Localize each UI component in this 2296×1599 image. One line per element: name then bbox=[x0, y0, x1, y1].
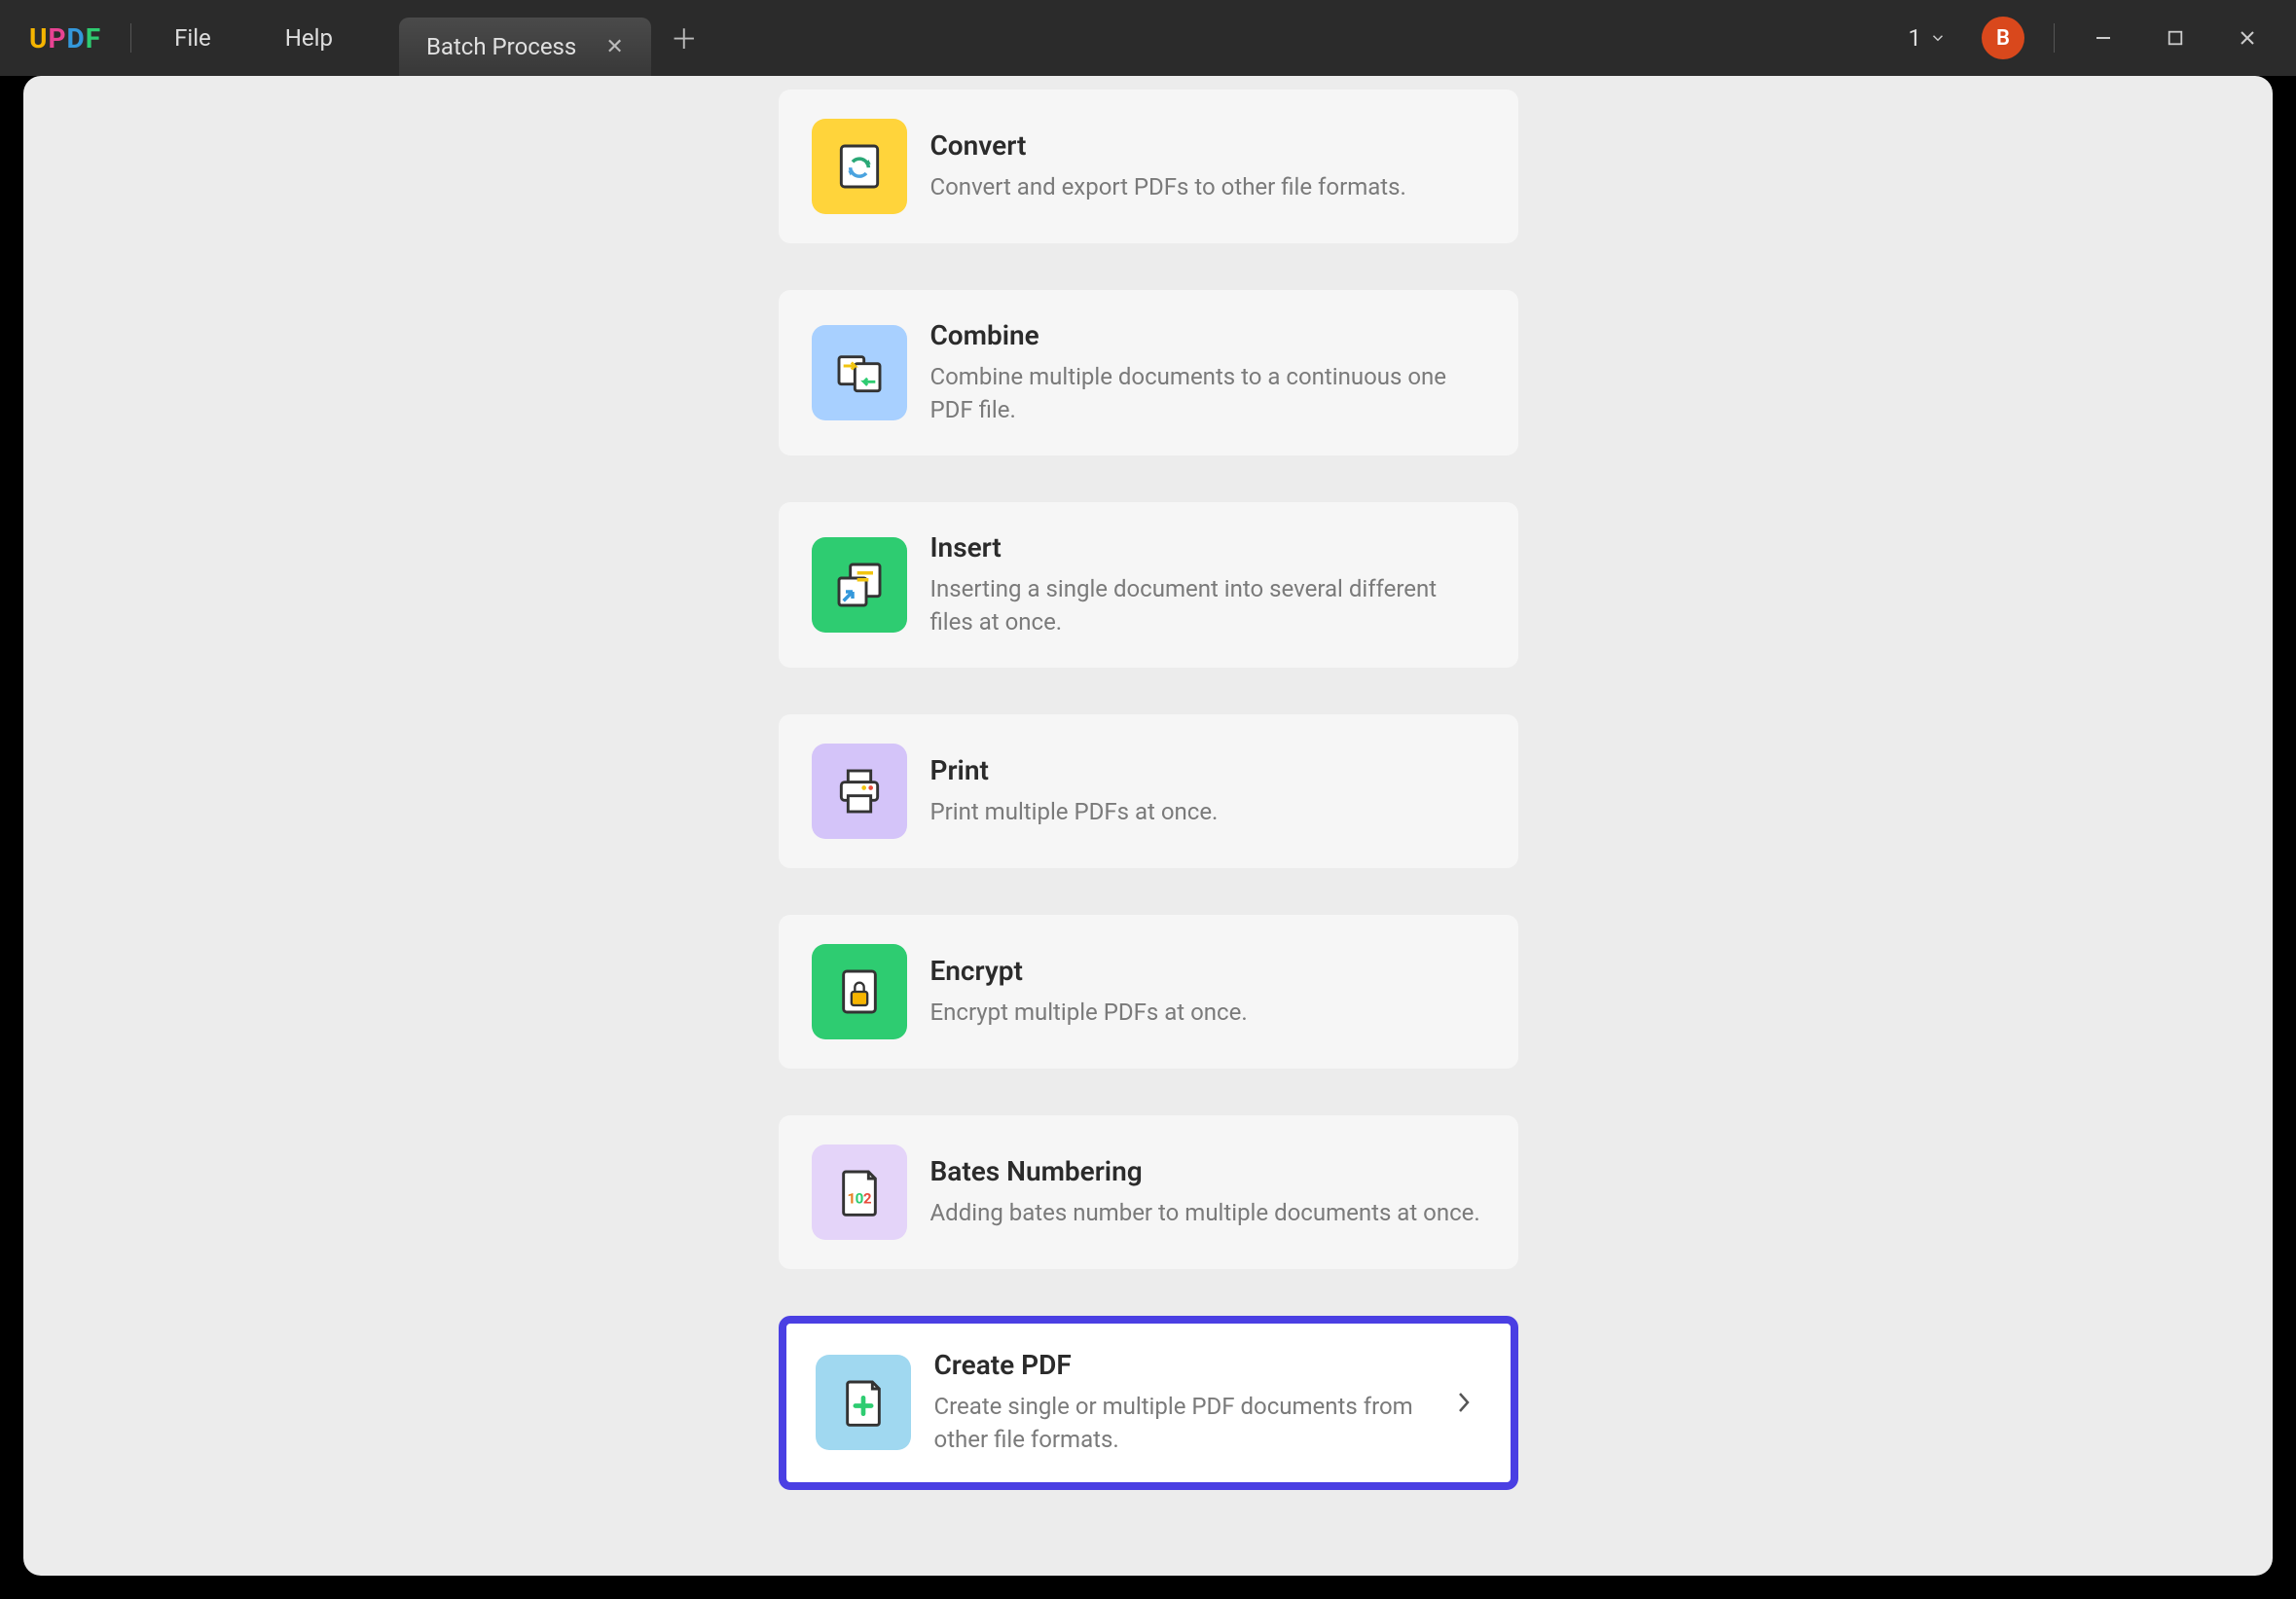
option-encrypt[interactable]: Encrypt Encrypt multiple PDFs at once. bbox=[779, 915, 1518, 1069]
separator bbox=[130, 23, 131, 53]
create-pdf-icon bbox=[816, 1355, 911, 1450]
option-print[interactable]: Print Print multiple PDFs at once. bbox=[779, 714, 1518, 868]
tabs: Batch Process ✕ ＋ bbox=[399, 0, 717, 76]
window-count-dropdown[interactable]: 1 bbox=[1897, 24, 1959, 52]
card-description: Combine multiple documents to a continuo… bbox=[930, 361, 1485, 426]
minimize-button[interactable] bbox=[2074, 17, 2132, 59]
menu-file[interactable]: File bbox=[137, 24, 248, 52]
option-create-pdf[interactable]: Create PDF Create single or multiple PDF… bbox=[779, 1316, 1518, 1489]
tab-title: Batch Process bbox=[426, 33, 576, 60]
window-count-value: 1 bbox=[1909, 24, 1922, 52]
chevron-down-icon bbox=[1929, 29, 1947, 47]
option-insert[interactable]: Insert Inserting a single document into … bbox=[779, 502, 1518, 668]
card-title: Bates Numbering bbox=[930, 1155, 1485, 1187]
card-text: Create PDF Create single or multiple PDF… bbox=[934, 1349, 1433, 1456]
svg-text:1: 1 bbox=[847, 1190, 856, 1208]
app-logo: UPDF bbox=[10, 22, 125, 55]
card-description: Inserting a single document into several… bbox=[930, 573, 1485, 638]
card-title: Print bbox=[930, 754, 1485, 786]
user-avatar[interactable]: B bbox=[1982, 17, 2024, 59]
combine-icon bbox=[812, 325, 907, 420]
card-title: Convert bbox=[930, 129, 1485, 162]
card-text: Encrypt Encrypt multiple PDFs at once. bbox=[930, 955, 1485, 1030]
print-icon bbox=[812, 744, 907, 839]
option-combine[interactable]: Combine Combine multiple documents to a … bbox=[779, 290, 1518, 455]
title-bar: UPDF File Help Batch Process ✕ ＋ 1 B bbox=[0, 0, 2296, 76]
convert-icon bbox=[812, 119, 907, 214]
card-text: Combine Combine multiple documents to a … bbox=[930, 319, 1485, 426]
card-text: Bates Numbering Adding bates number to m… bbox=[930, 1155, 1485, 1230]
card-description: Encrypt multiple PDFs at once. bbox=[930, 997, 1485, 1030]
app-window: UPDF File Help Batch Process ✕ ＋ 1 B bbox=[0, 0, 2296, 1599]
card-title: Insert bbox=[930, 531, 1485, 563]
svg-text:2: 2 bbox=[862, 1190, 871, 1208]
title-right: 1 B bbox=[1897, 17, 2287, 59]
card-title: Combine bbox=[930, 319, 1485, 351]
content-wrap: Convert Convert and export PDFs to other… bbox=[0, 76, 2296, 1599]
card-description: Create single or multiple PDF documents … bbox=[934, 1391, 1433, 1456]
card-description: Convert and export PDFs to other file fo… bbox=[930, 171, 1485, 204]
insert-icon bbox=[812, 537, 907, 633]
separator bbox=[2054, 23, 2055, 53]
tab-batch-process[interactable]: Batch Process ✕ bbox=[399, 18, 651, 76]
card-description: Adding bates number to multiple document… bbox=[930, 1197, 1485, 1230]
new-tab-button[interactable]: ＋ bbox=[651, 18, 717, 57]
content-area: Convert Convert and export PDFs to other… bbox=[23, 76, 2273, 1576]
option-convert[interactable]: Convert Convert and export PDFs to other… bbox=[779, 90, 1518, 243]
maximize-icon bbox=[2167, 29, 2184, 47]
menu-help[interactable]: Help bbox=[248, 24, 370, 52]
chevron-right-icon bbox=[1456, 1390, 1481, 1415]
bates-icon: 012 bbox=[812, 1145, 907, 1240]
card-title: Create PDF bbox=[934, 1349, 1433, 1381]
card-text: Print Print multiple PDFs at once. bbox=[930, 754, 1485, 829]
card-text: Convert Convert and export PDFs to other… bbox=[930, 129, 1485, 204]
card-title: Encrypt bbox=[930, 955, 1485, 987]
maximize-button[interactable] bbox=[2146, 17, 2205, 59]
tab-close-icon[interactable]: ✕ bbox=[605, 35, 623, 59]
minimize-icon bbox=[2094, 28, 2113, 48]
card-description: Print multiple PDFs at once. bbox=[930, 796, 1485, 829]
card-text: Insert Inserting a single document into … bbox=[930, 531, 1485, 638]
close-icon bbox=[2238, 28, 2257, 48]
option-bates-numbering[interactable]: 012 Bates Numbering Adding bates number … bbox=[779, 1115, 1518, 1269]
encrypt-icon bbox=[812, 944, 907, 1039]
batch-option-list: Convert Convert and export PDFs to other… bbox=[779, 90, 1518, 1529]
close-button[interactable] bbox=[2218, 17, 2277, 59]
